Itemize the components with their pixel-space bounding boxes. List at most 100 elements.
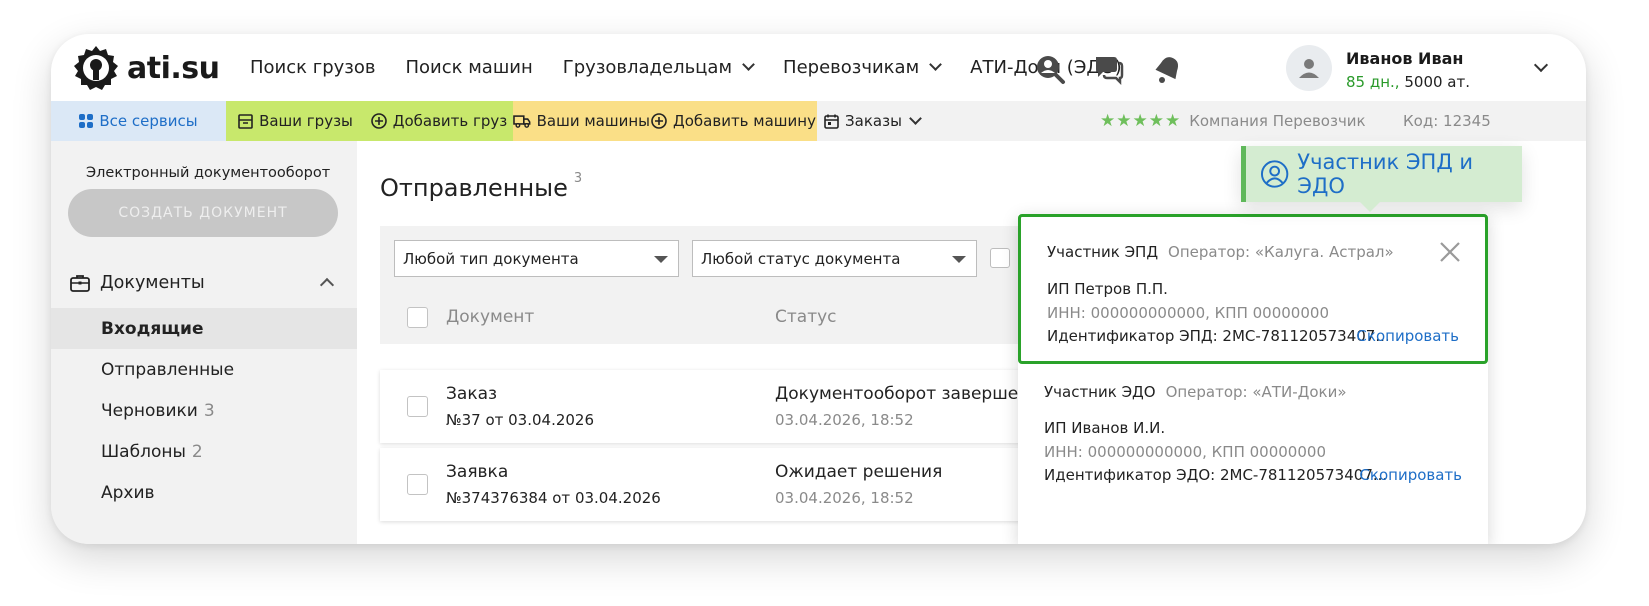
services-bar: Все сервисы Ваши грузы Добавить груз Ваш… <box>51 101 1586 141</box>
sidebar-item-sent[interactable]: Отправленные <box>51 349 357 390</box>
dropdown-arrow-icon <box>654 256 668 263</box>
chevron-down-icon <box>909 111 922 125</box>
page-title-count: 3 <box>573 171 583 186</box>
edo-operator: Оператор: «АТИ-Доки» <box>1165 383 1347 401</box>
row-date: 03.04.2026, 18:52 <box>775 489 914 507</box>
documents-section-label: Документы <box>100 273 205 293</box>
user-days: 85 дн., <box>1346 73 1400 91</box>
epd-company-name: ИП Петров П.П. <box>1047 280 1168 298</box>
plus-circle-icon <box>651 113 667 129</box>
add-truck-label: Добавить машину <box>673 112 816 130</box>
company-rating: ★★★★★ Компания Перевозчик <box>1100 101 1366 141</box>
search-user-icon[interactable] <box>1034 53 1066 85</box>
nav-label: Поиск грузов <box>250 57 376 78</box>
user-points: 5000 ат. <box>1404 73 1470 91</box>
page-title-text: Отправленные <box>380 174 568 202</box>
app-window: ati.su Поиск грузов Поиск машин Грузовла… <box>51 34 1586 544</box>
doc-type-select[interactable]: Любой тип документа <box>394 240 679 277</box>
sidebar-item-templates[interactable]: Шаблоны 2 <box>51 431 357 472</box>
column-header-status[interactable]: Статус <box>775 307 837 327</box>
chevron-down-icon <box>929 58 943 71</box>
sidebar-item-label: Черновики <box>101 400 198 421</box>
user-balance: 85 дн., 5000 ат. <box>1346 73 1470 91</box>
sidebar-title: Электронный документооборот <box>86 165 331 181</box>
avatar[interactable] <box>1286 45 1332 91</box>
badge-pointer <box>1360 202 1380 212</box>
row-checkbox[interactable] <box>407 396 428 417</box>
nav-label: Грузовладельцам <box>562 57 733 78</box>
documents-section-toggle[interactable]: Документы <box>70 267 340 299</box>
add-cargo-button[interactable]: Добавить груз <box>365 101 513 141</box>
sidebar-item-count: 2 <box>191 441 203 462</box>
row-date: 03.04.2026, 18:52 <box>775 411 914 429</box>
row-status: Ожидает решения <box>775 462 943 482</box>
truck-icon <box>513 115 531 128</box>
doc-type-value: Любой тип документа <box>403 249 579 268</box>
sidebar-item-label: Входящие <box>101 318 204 339</box>
all-services-button[interactable]: Все сервисы <box>51 101 226 141</box>
orders-label: Заказы <box>845 112 902 130</box>
company-code: Код: 12345 <box>1403 112 1491 130</box>
nav-label: Поиск машин <box>405 57 533 78</box>
copy-edo-id-link[interactable]: Скопировать <box>1359 466 1462 484</box>
sidebar-item-label: Шаблоны <box>101 441 186 462</box>
sidebar-item-incoming[interactable]: Входящие <box>51 308 357 349</box>
sidebar: Электронный документооборот СОЗДАТЬ ДОКУ… <box>51 141 357 544</box>
sidebar-item-label: Отправленные <box>101 359 235 380</box>
row-doc-title[interactable]: Заявка <box>446 462 508 482</box>
participant-popup: Участник ЭПД Оператор: «Калуга. Астрал» И… <box>1018 214 1488 544</box>
main-nav: Поиск грузов Поиск машин Грузовладельцам… <box>250 34 1152 101</box>
row-checkbox[interactable] <box>407 474 428 495</box>
nav-label: Перевозчикам <box>783 57 920 78</box>
edo-identifier: Идентификатор ЭДО: 2МС-781120573407... <box>1044 466 1388 484</box>
sidebar-item-archive[interactable]: Архив <box>51 472 357 513</box>
chat-icon[interactable] <box>1093 53 1125 85</box>
plus-circle-icon <box>370 113 387 129</box>
doc-status-value: Любой статус документа <box>701 249 901 268</box>
nav-search-cargo[interactable]: Поиск грузов <box>250 57 375 78</box>
row-doc-number: №37 от 03.04.2026 <box>446 411 595 429</box>
doc-status-select[interactable]: Любой статус документа <box>692 240 977 277</box>
edo-label-line: Участник ЭДО Оператор: «АТИ-Доки» <box>1044 383 1347 401</box>
add-truck-button[interactable]: Добавить машину <box>650 101 817 141</box>
column-header-document[interactable]: Документ <box>446 307 534 327</box>
nav-cargo-owners[interactable]: Грузовладельцам <box>562 57 755 78</box>
add-cargo-label: Добавить груз <box>392 112 508 130</box>
company-name[interactable]: Компания Перевозчик <box>1189 112 1365 130</box>
select-all-checkbox[interactable] <box>407 307 428 328</box>
close-icon[interactable] <box>1439 241 1461 263</box>
your-cargo-label: Ваши грузы <box>259 112 353 130</box>
ati-logo-icon <box>74 46 118 90</box>
epd-operator: Оператор: «Калуга. Астрал» <box>1168 243 1394 261</box>
all-services-label: Все сервисы <box>99 112 198 130</box>
participant-badge[interactable]: Участник ЭПД и ЭДО <box>1241 146 1522 202</box>
user-circle-icon <box>1260 160 1289 188</box>
epd-identifier: Идентификатор ЭПД: 2МС-781120573407... <box>1047 327 1390 345</box>
page-title: Отправленные 3 <box>380 171 582 202</box>
chevron-down-icon[interactable] <box>1533 57 1549 73</box>
epd-label-line: Участник ЭПД Оператор: «Калуга. Астрал» <box>1047 243 1394 261</box>
nav-search-trucks[interactable]: Поиск машин <box>405 57 532 78</box>
copy-epd-id-link[interactable]: Скопировать <box>1356 327 1459 345</box>
row-status: Документооборот завершен <box>775 384 1030 404</box>
calendar-icon <box>824 114 839 129</box>
your-trucks-label: Ваши машины <box>536 112 650 130</box>
dropdown-arrow-icon <box>952 256 966 263</box>
sidebar-item-drafts[interactable]: Черновики 3 <box>51 390 357 431</box>
nav-carriers[interactable]: Перевозчикам <box>783 57 943 78</box>
participant-badge-label: Участник ЭПД и ЭДО <box>1297 150 1474 198</box>
edo-label: Участник ЭДО <box>1044 383 1156 401</box>
bell-icon[interactable] <box>1152 53 1184 85</box>
logo[interactable]: ati.su <box>73 45 220 91</box>
grid-icon <box>79 114 94 128</box>
user-name[interactable]: Иванов Иван <box>1346 49 1463 68</box>
your-cargo-button[interactable]: Ваши грузы <box>226 101 365 141</box>
box-icon <box>238 113 253 129</box>
filter-checkbox[interactable] <box>990 248 1010 268</box>
edo-inn: ИНН: 000000000000, КПП 00000000 <box>1044 443 1326 461</box>
your-trucks-button[interactable]: Ваши машины <box>513 101 650 141</box>
orders-dropdown[interactable]: Заказы <box>817 101 927 141</box>
create-document-button[interactable]: СОЗДАТЬ ДОКУМЕНТ <box>68 189 338 237</box>
row-doc-title[interactable]: Заказ <box>446 384 497 404</box>
epd-label: Участник ЭПД <box>1047 243 1159 261</box>
